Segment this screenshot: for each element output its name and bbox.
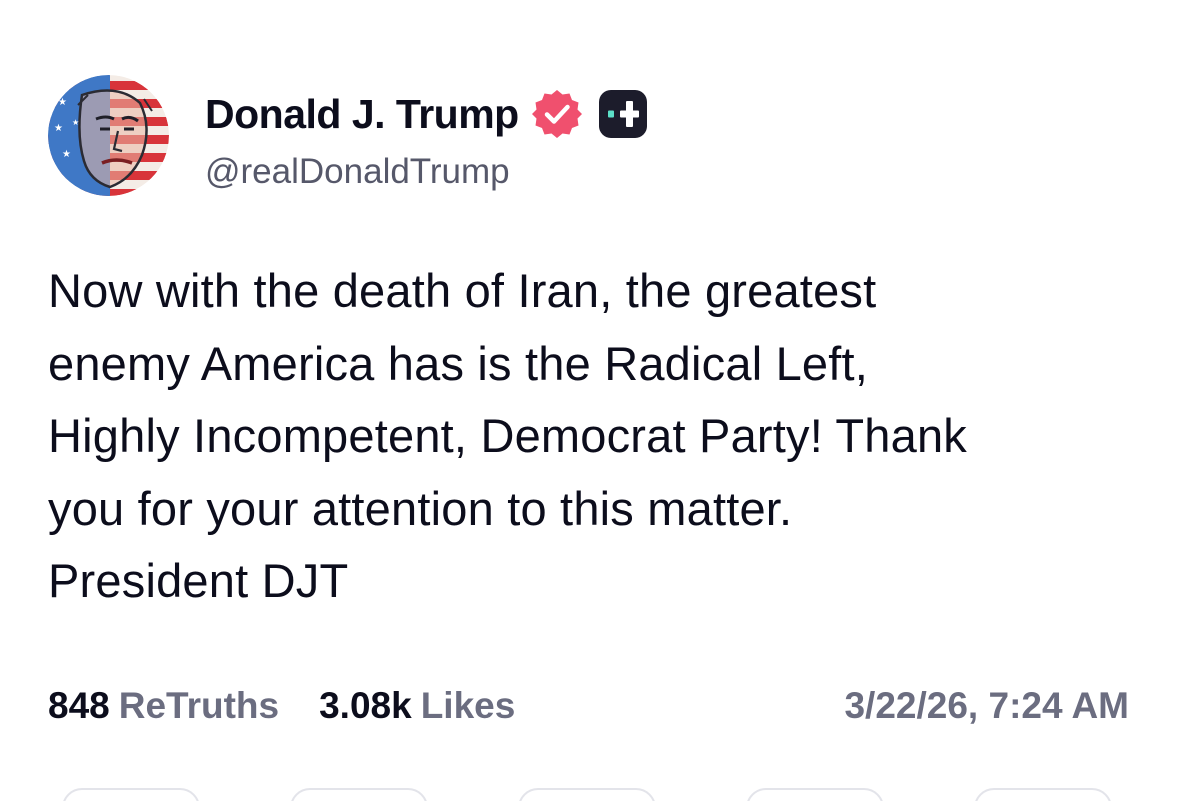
author-name-row: Donald J. Trump	[205, 88, 651, 140]
action-bar	[0, 788, 1179, 801]
svg-text:★: ★	[54, 123, 63, 134]
likes-count: 3.08k	[319, 685, 412, 726]
verified-badge-icon	[531, 90, 582, 138]
retruths-stat[interactable]: 848 ReTruths	[48, 685, 279, 727]
likes-label: Likes	[420, 685, 516, 726]
like-button[interactable]	[518, 788, 656, 801]
svg-text:★: ★	[72, 118, 79, 127]
retruths-label: ReTruths	[118, 685, 280, 726]
post-body-text: Now with the death of Iran, the greatest…	[48, 264, 968, 607]
avatar-image: ★ ★ ★ ★	[48, 75, 169, 196]
author-display-name[interactable]: Donald J. Trump	[205, 91, 519, 138]
svg-text:★: ★	[62, 149, 71, 160]
post-stats: 848 ReTruths 3.08k Likes	[48, 683, 555, 729]
truth-post: ★ ★ ★ ★ Donald J. Trump @realDonaldTrump…	[0, 0, 1179, 801]
more-button[interactable]	[974, 788, 1112, 801]
svg-text:★: ★	[58, 97, 67, 108]
post-timestamp[interactable]: 3/22/26, 7:24 AM	[844, 683, 1129, 729]
share-button[interactable]	[746, 788, 884, 801]
likes-stat[interactable]: 3.08k Likes	[319, 685, 515, 727]
author-handle[interactable]: @realDonaldTrump	[205, 152, 510, 192]
retruth-button[interactable]	[290, 788, 428, 801]
plus-badge-icon	[598, 90, 647, 138]
reply-button[interactable]	[62, 788, 200, 801]
retruths-count: 848	[48, 685, 110, 726]
author-avatar[interactable]: ★ ★ ★ ★	[48, 75, 169, 196]
